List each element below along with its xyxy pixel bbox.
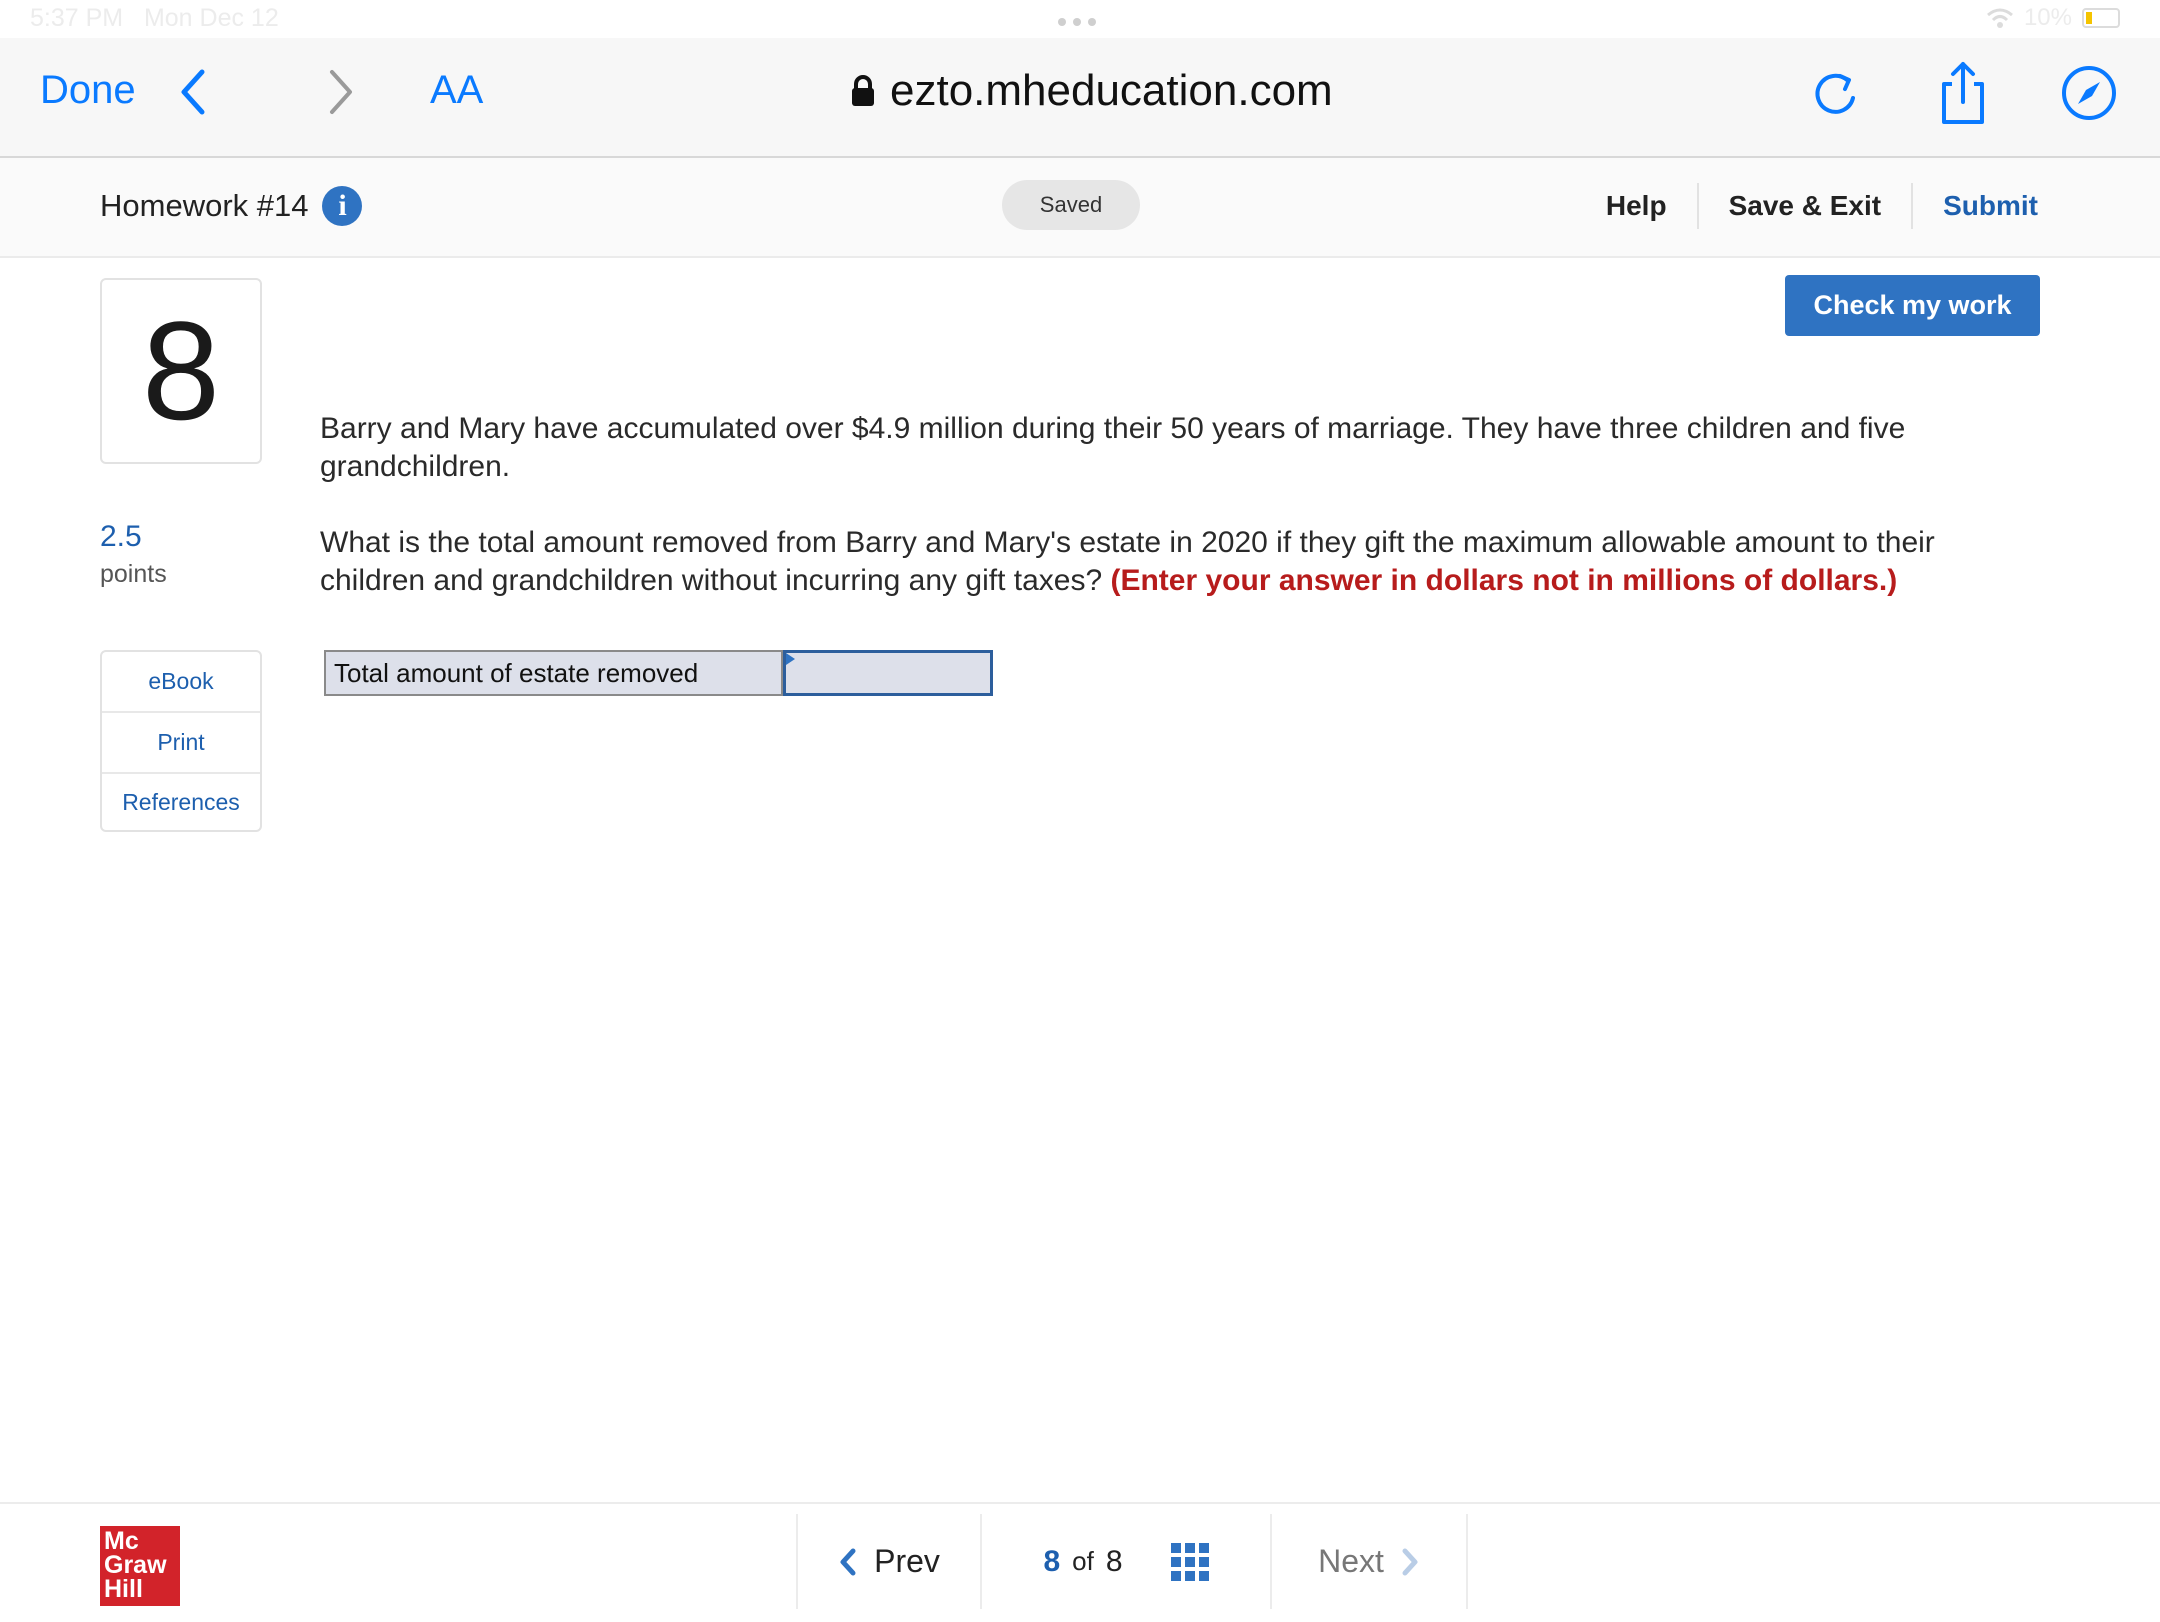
forward-chevron-icon[interactable] bbox=[320, 62, 364, 122]
logo-line: Mc bbox=[104, 1527, 139, 1555]
answer-table: Total amount of estate removed bbox=[324, 650, 993, 696]
save-exit-link[interactable]: Save & Exit bbox=[1699, 183, 1912, 229]
question-scenario: Barry and Mary have accumulated over $4.… bbox=[320, 412, 1906, 483]
chevron-left-icon bbox=[840, 1548, 856, 1575]
footer: Mc Graw Hill Prev 8 of 8 Next bbox=[0, 1502, 2160, 1622]
prev-label: Prev bbox=[874, 1543, 940, 1579]
assignment-title-text: Homework #14 bbox=[100, 188, 309, 223]
next-button[interactable]: Next bbox=[1270, 1514, 1468, 1609]
status-time: 5:37 PM Mon Dec 12 bbox=[30, 4, 279, 33]
points-label: points bbox=[100, 560, 167, 588]
share-icon[interactable] bbox=[1928, 58, 1998, 128]
references-link[interactable]: References bbox=[102, 774, 260, 830]
lock-icon bbox=[852, 75, 874, 106]
points-value: 2.5 bbox=[100, 520, 142, 553]
status-indicators: 10% bbox=[1986, 4, 2120, 32]
question-prompt: What is the total amount removed from Ba… bbox=[320, 524, 2040, 600]
reload-icon[interactable] bbox=[1800, 58, 1870, 128]
next-label: Next bbox=[1318, 1543, 1384, 1579]
answer-instruction: (Enter your answer in dollars not in mil… bbox=[1110, 564, 1898, 597]
status-date: Mon Dec 12 bbox=[143, 4, 279, 32]
prev-button[interactable]: Prev bbox=[796, 1514, 980, 1609]
help-link[interactable]: Help bbox=[1576, 183, 1697, 229]
resource-links: eBook Print References bbox=[100, 650, 262, 832]
estate-removed-input[interactable] bbox=[783, 650, 993, 696]
wifi-icon bbox=[1986, 8, 2013, 28]
browser-toolbar: Done AA ezto.mheducation.com bbox=[0, 38, 2160, 158]
battery-percent: 10% bbox=[2023, 4, 2072, 31]
question-counter[interactable]: 8 of 8 bbox=[980, 1514, 1270, 1609]
text-size-button[interactable]: AA bbox=[430, 68, 483, 113]
compass-icon[interactable] bbox=[2054, 58, 2124, 128]
total-questions: 8 bbox=[1105, 1544, 1123, 1578]
ebook-link[interactable]: eBook bbox=[102, 652, 260, 713]
submit-link[interactable]: Submit bbox=[1913, 183, 2068, 229]
answer-row-label: Total amount of estate removed bbox=[324, 650, 783, 696]
chevron-right-icon bbox=[1402, 1548, 1418, 1575]
question-number: 8 bbox=[100, 278, 262, 464]
done-button[interactable]: Done bbox=[40, 68, 136, 113]
logo-line: Graw bbox=[104, 1551, 167, 1579]
status-bar: 5:37 PM Mon Dec 12 10% bbox=[0, 0, 2160, 38]
back-chevron-icon[interactable] bbox=[170, 62, 214, 122]
logo-line: Hill bbox=[104, 1575, 143, 1603]
url-text: ezto.mheducation.com bbox=[890, 66, 1333, 115]
cell-marker-icon bbox=[786, 653, 795, 665]
question-navigation: Prev 8 of 8 Next bbox=[796, 1514, 1468, 1609]
question-grid-icon[interactable] bbox=[1170, 1542, 1209, 1581]
address-bar[interactable]: ezto.mheducation.com bbox=[850, 66, 1333, 116]
header-actions: Help Save & Exit Submit bbox=[1576, 178, 2068, 234]
info-icon[interactable]: i bbox=[322, 186, 363, 226]
mcgraw-hill-logo: Mc Graw Hill bbox=[100, 1526, 180, 1606]
print-link[interactable]: Print bbox=[102, 713, 260, 774]
assignment-title: Homework #14 i bbox=[100, 186, 363, 226]
battery-icon bbox=[2082, 8, 2120, 28]
assignment-header: Homework #14 i Saved Help Save & Exit Su… bbox=[0, 158, 2160, 258]
of-label: of bbox=[1072, 1546, 1094, 1576]
check-my-work-button[interactable]: Check my work bbox=[1785, 275, 2040, 336]
current-question: 8 bbox=[1043, 1544, 1061, 1578]
status-clock: 5:37 PM bbox=[30, 4, 124, 32]
saved-status-badge: Saved bbox=[1002, 180, 1140, 230]
multitasking-dots-icon[interactable] bbox=[1058, 18, 1096, 26]
